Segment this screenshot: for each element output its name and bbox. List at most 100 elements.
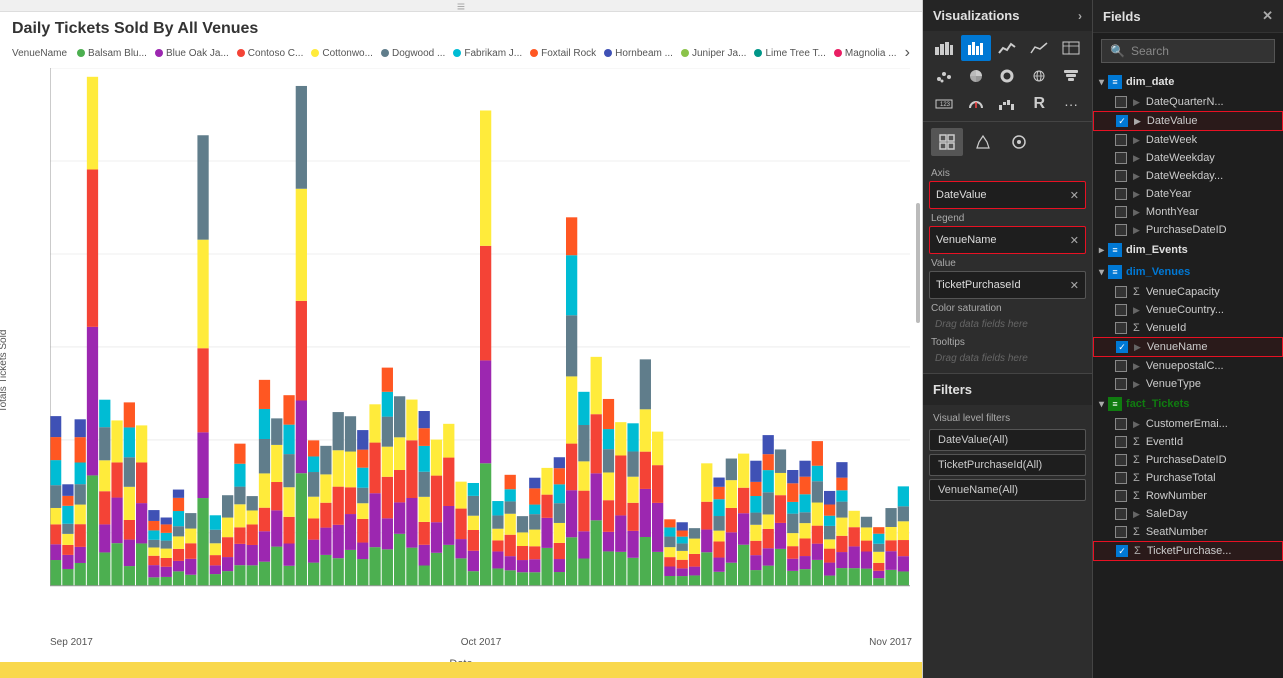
analytics-tab[interactable] bbox=[1003, 128, 1035, 156]
axis-value-box[interactable]: DateValue ✕ bbox=[929, 181, 1086, 209]
field-checkbox[interactable] bbox=[1115, 286, 1127, 298]
field-item[interactable]: ΣPurchaseDateID bbox=[1093, 451, 1283, 469]
field-checkbox[interactable] bbox=[1115, 304, 1127, 316]
field-name-text: EventId bbox=[1146, 436, 1273, 448]
field-checkbox[interactable] bbox=[1115, 490, 1127, 502]
field-item[interactable]: ▶PurchaseDateID bbox=[1093, 221, 1283, 239]
field-checkbox[interactable] bbox=[1115, 224, 1127, 236]
legend-remove[interactable]: ✕ bbox=[1070, 234, 1079, 247]
legend-scroll-right[interactable]: › bbox=[905, 44, 910, 62]
field-checkbox[interactable] bbox=[1115, 436, 1127, 448]
viz-icon-stacked-bar[interactable] bbox=[929, 35, 959, 61]
viz-icon-scatter[interactable] bbox=[929, 63, 959, 89]
color-saturation-label: Color saturation bbox=[929, 303, 1086, 314]
fields-tab[interactable] bbox=[931, 128, 963, 156]
group-header-3[interactable]: ▾≡fact_Tickets bbox=[1093, 393, 1283, 415]
field-checkbox[interactable] bbox=[1116, 545, 1128, 557]
fields-close[interactable]: ✕ bbox=[1262, 8, 1273, 24]
legend-item: Cottonwo... bbox=[311, 48, 373, 59]
viz-icon-card[interactable]: 123 bbox=[929, 91, 959, 117]
format-tab[interactable] bbox=[967, 128, 999, 156]
viz-row-1 bbox=[929, 35, 1086, 61]
viz-icon-more[interactable]: ··· bbox=[1056, 91, 1086, 117]
field-item[interactable]: ▶DateYear bbox=[1093, 185, 1283, 203]
field-checkbox[interactable] bbox=[1115, 170, 1127, 182]
viz-icon-column[interactable] bbox=[961, 35, 991, 61]
viz-icon-waterfall[interactable] bbox=[993, 91, 1023, 117]
field-item[interactable]: ▶VenueType bbox=[1093, 375, 1283, 393]
value-remove[interactable]: ✕ bbox=[1070, 279, 1079, 292]
field-checkbox[interactable] bbox=[1115, 378, 1127, 390]
legend-item: Lime Tree T... bbox=[754, 48, 825, 59]
field-checkbox[interactable] bbox=[1115, 526, 1127, 538]
group-header-0[interactable]: ▾≡dim_date bbox=[1093, 71, 1283, 93]
viz-icon-table[interactable] bbox=[1056, 35, 1086, 61]
field-checkbox[interactable] bbox=[1115, 134, 1127, 146]
viz-icon-gauge[interactable] bbox=[961, 91, 991, 117]
scroll-handle[interactable] bbox=[916, 203, 920, 323]
filters-pane: Filters Visual level filters DateValue(A… bbox=[923, 374, 1092, 507]
field-item[interactable]: ▶VenueName bbox=[1093, 337, 1283, 357]
field-item[interactable]: ▶DateWeekday bbox=[1093, 149, 1283, 167]
viz-icon-line[interactable] bbox=[993, 35, 1023, 61]
group-header-1[interactable]: ▸≡dim_Events bbox=[1093, 239, 1283, 261]
viz-icon-r[interactable]: R bbox=[1024, 91, 1054, 117]
viz-icon-pie[interactable] bbox=[961, 63, 991, 89]
chart-area: ≡ Daily Tickets Sold By All Venues Venue… bbox=[0, 0, 923, 678]
field-checkbox[interactable] bbox=[1115, 360, 1127, 372]
viz-icon-funnel[interactable] bbox=[1056, 63, 1086, 89]
field-checkbox[interactable] bbox=[1115, 152, 1127, 164]
svg-text:123: 123 bbox=[940, 102, 951, 108]
field-checkbox[interactable] bbox=[1115, 96, 1127, 108]
viz-filters-panel: Visualizations › bbox=[923, 0, 1093, 678]
field-item[interactable]: ▶DateWeek bbox=[1093, 131, 1283, 149]
field-item[interactable]: ΣEventId bbox=[1093, 433, 1283, 451]
field-checkbox[interactable] bbox=[1115, 454, 1127, 466]
field-item[interactable]: ▶DateValue bbox=[1093, 111, 1283, 131]
y-axis-label: Totals Tickets Sold bbox=[0, 330, 9, 413]
viz-tabs bbox=[923, 121, 1092, 162]
value-box[interactable]: TicketPurchaseId ✕ bbox=[929, 271, 1086, 299]
viz-icon-donut[interactable] bbox=[993, 63, 1023, 89]
field-checkbox[interactable] bbox=[1115, 188, 1127, 200]
field-checkbox[interactable] bbox=[1115, 322, 1127, 334]
field-item[interactable]: ΣVenueId bbox=[1093, 319, 1283, 337]
search-input[interactable] bbox=[1131, 44, 1266, 58]
field-item[interactable]: ΣSeatNumber bbox=[1093, 523, 1283, 541]
field-checkbox[interactable] bbox=[1115, 418, 1127, 430]
field-name-text: VenueCapacity bbox=[1146, 286, 1273, 298]
viz-icon-map[interactable] bbox=[1024, 63, 1054, 89]
field-item[interactable]: ▶MonthYear bbox=[1093, 203, 1283, 221]
viz-icon-area[interactable] bbox=[1024, 35, 1054, 61]
field-item[interactable]: ΣPurchaseTotal bbox=[1093, 469, 1283, 487]
filter-item-ticket[interactable]: TicketPurchaseId(All) bbox=[929, 454, 1086, 476]
field-item[interactable]: ▶CustomerEmai... bbox=[1093, 415, 1283, 433]
field-item[interactable]: ▶DateQuarterN... bbox=[1093, 93, 1283, 111]
tooltips-label: Tooltips bbox=[929, 337, 1086, 348]
visualizations-chevron[interactable]: › bbox=[1078, 9, 1082, 23]
field-item[interactable]: ΣVenueCapacity bbox=[1093, 283, 1283, 301]
filter-item-date[interactable]: DateValue(All) bbox=[929, 429, 1086, 451]
field-item[interactable]: ▶VenueCountry... bbox=[1093, 301, 1283, 319]
field-item[interactable]: ▶SaleDay bbox=[1093, 505, 1283, 523]
field-wells: Axis DateValue ✕ Legend VenueName ✕ Valu… bbox=[923, 162, 1092, 374]
field-checkbox[interactable] bbox=[1115, 206, 1127, 218]
axis-remove[interactable]: ✕ bbox=[1070, 189, 1079, 202]
value-label: Value bbox=[929, 258, 1086, 269]
group-header-2[interactable]: ▾≡dim_Venues bbox=[1093, 261, 1283, 283]
field-name-text: CustomerEmai... bbox=[1146, 418, 1273, 430]
field-item[interactable]: ▶DateWeekday... bbox=[1093, 167, 1283, 185]
legend-value-box[interactable]: VenueName ✕ bbox=[929, 226, 1086, 254]
field-item[interactable]: ΣRowNumber bbox=[1093, 487, 1283, 505]
fields-search-box[interactable]: 🔍 bbox=[1101, 39, 1275, 63]
field-checkbox[interactable] bbox=[1115, 472, 1127, 484]
axis-well: Axis DateValue ✕ bbox=[929, 168, 1086, 209]
field-item[interactable]: ΣTicketPurchase... bbox=[1093, 541, 1283, 561]
field-checkbox[interactable] bbox=[1116, 341, 1128, 353]
filter-item-venue[interactable]: VenueName(All) bbox=[929, 479, 1086, 501]
field-name-text: TicketPurchase... bbox=[1147, 545, 1272, 557]
field-item[interactable]: ▶VenuepostalC... bbox=[1093, 357, 1283, 375]
field-checkbox[interactable] bbox=[1115, 508, 1127, 520]
filters-header: Filters bbox=[923, 374, 1092, 405]
field-checkbox[interactable] bbox=[1116, 115, 1128, 127]
